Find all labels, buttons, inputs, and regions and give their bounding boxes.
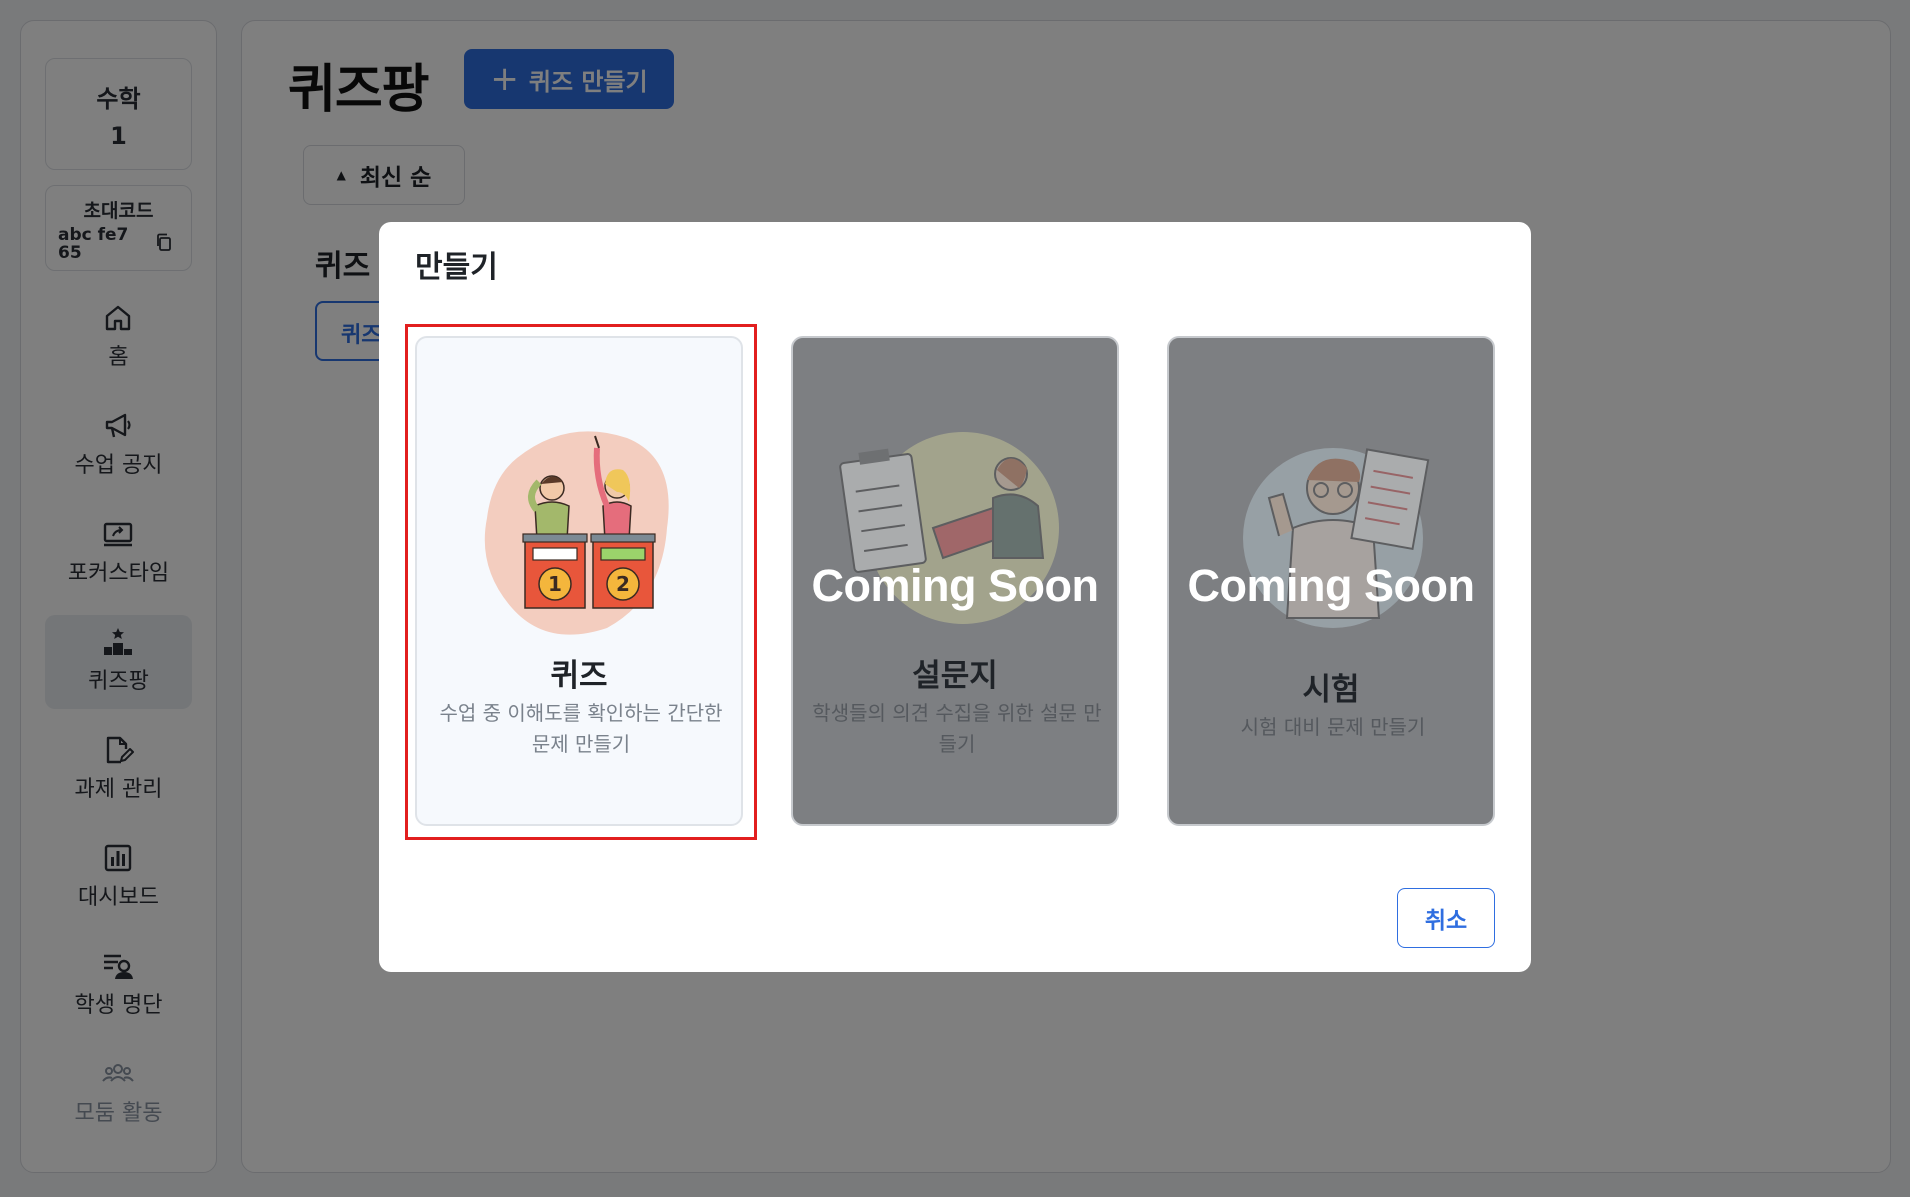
coming-soon-badge: Coming Soon: [1187, 560, 1475, 611]
coming-soon-badge: Coming Soon: [811, 560, 1099, 611]
create-modal: 만들기 1 2 퀴즈 수업 중 이해도를 확인하는 간단한 문제 만들기 Com…: [379, 222, 1531, 972]
exam-card-title: 시험: [1302, 672, 1360, 708]
cancel-button[interactable]: 취소: [1397, 888, 1495, 948]
survey-card-description: 학생들의 의견 수집을 위한 설문 만들기: [812, 701, 1102, 756]
exam-card: Coming Soon 시험 시험 대비 문제 만들기: [1167, 336, 1495, 826]
modal-title: 만들기: [415, 250, 498, 285]
survey-card-title: 설문지: [912, 658, 998, 694]
selection-highlight: [405, 324, 757, 840]
exam-card-description: 시험 대비 문제 만들기: [1240, 715, 1426, 739]
survey-card: Coming Soon 설문지 학생들의 의견 수집을 위한 설문 만들기: [791, 336, 1119, 826]
